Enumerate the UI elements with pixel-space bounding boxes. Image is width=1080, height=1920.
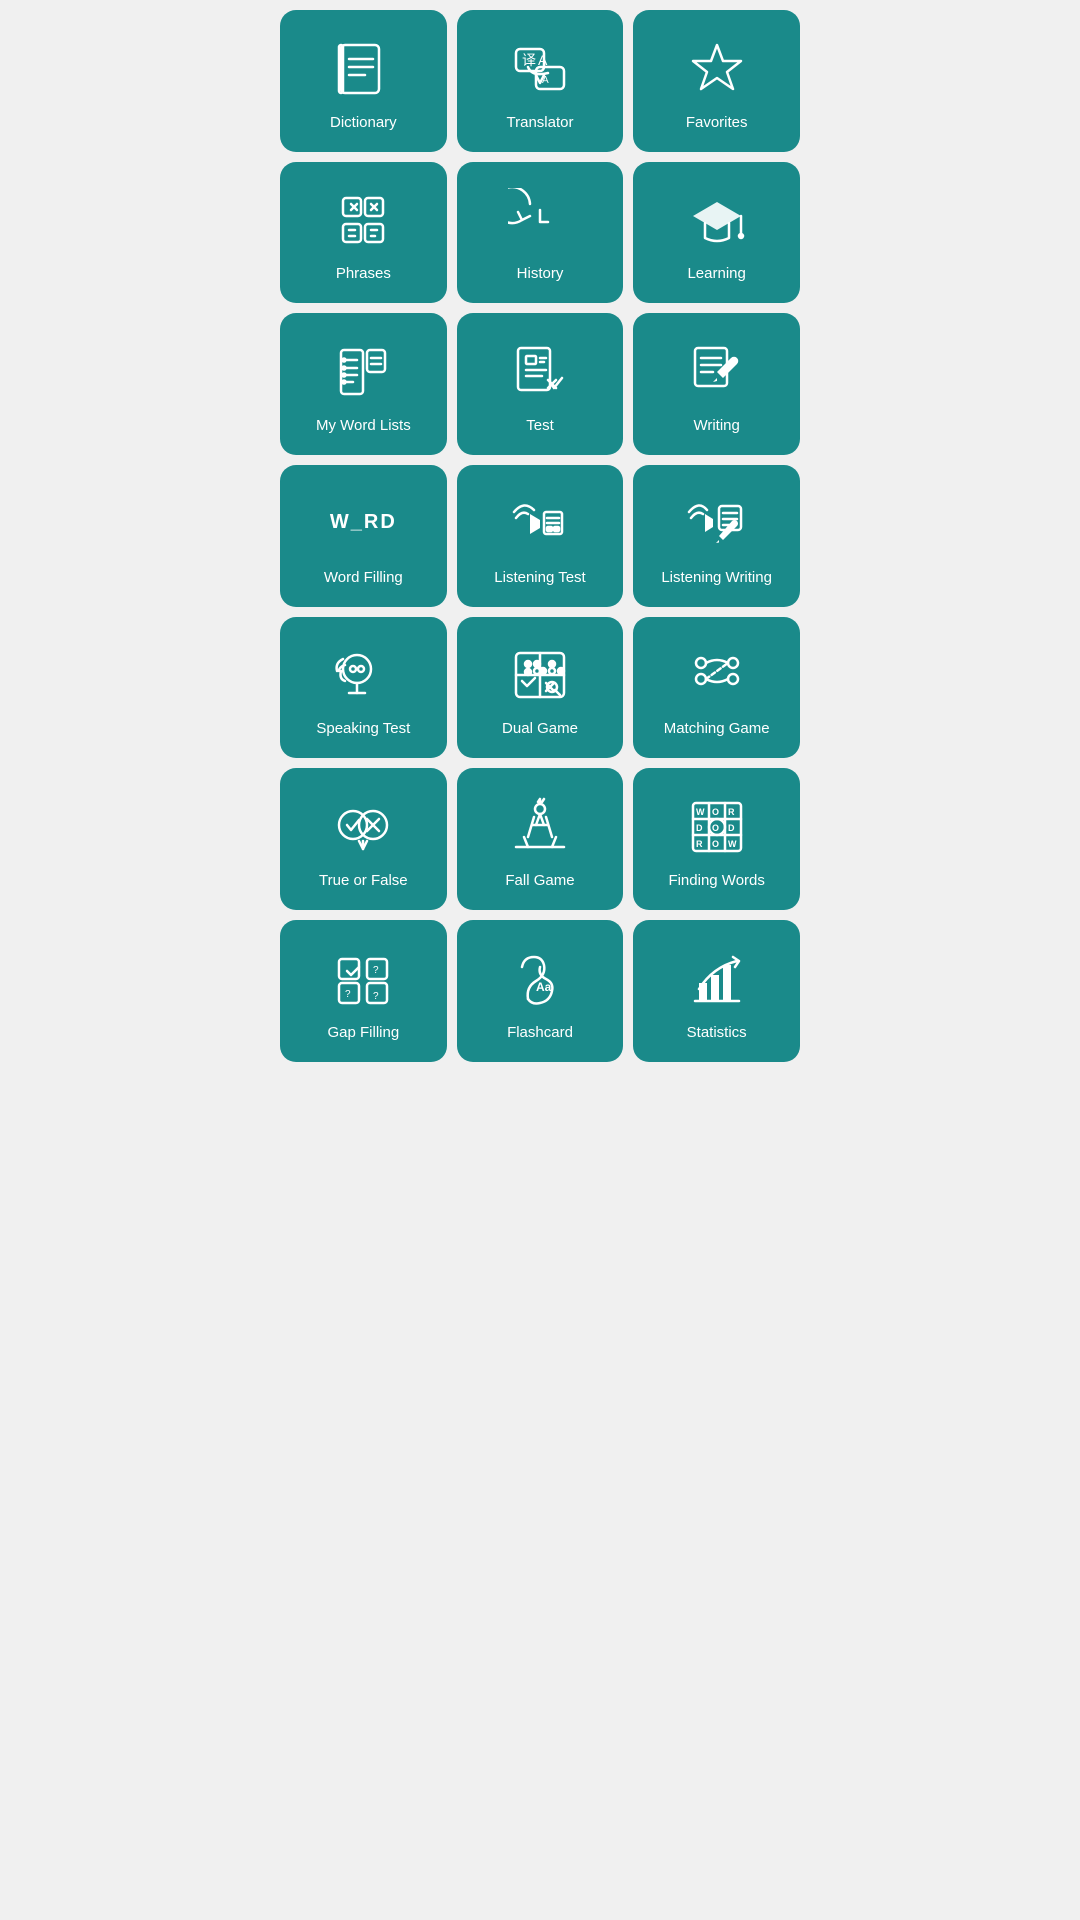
svg-text:D: D: [728, 823, 735, 833]
tile-translator[interactable]: 译 A A Translator: [457, 10, 624, 152]
tile-flashcard[interactable]: Aa Flashcard: [457, 920, 624, 1062]
tile-my-word-lists[interactable]: My Word Lists: [280, 313, 447, 455]
favorites-label: Favorites: [686, 114, 748, 132]
translator-label: Translator: [507, 114, 574, 132]
statistics-icon: [682, 944, 752, 1014]
svg-text:?: ?: [345, 989, 351, 1000]
listening-writing-icon: [682, 489, 752, 559]
translator-icon: 译 A A: [505, 34, 575, 104]
tile-true-or-false[interactable]: True or False: [280, 768, 447, 910]
tile-test[interactable]: Test: [457, 313, 624, 455]
true-or-false-label: True or False: [319, 872, 408, 890]
favorites-icon: [682, 34, 752, 104]
word-filling-label: Word Filling: [324, 569, 403, 587]
test-icon: [505, 337, 575, 407]
svg-text:Aa: Aa: [536, 980, 552, 994]
listening-writing-label: Listening Writing: [661, 569, 772, 587]
my-word-lists-icon: [328, 337, 398, 407]
svg-text:O: O: [712, 807, 719, 817]
tile-listening-test[interactable]: Listening Test: [457, 465, 624, 607]
tile-dual-game[interactable]: Dual Game: [457, 617, 624, 759]
fall-game-icon: [505, 792, 575, 862]
my-word-lists-label: My Word Lists: [316, 417, 411, 435]
svg-text:W: W: [696, 807, 705, 817]
test-label: Test: [526, 417, 554, 435]
flashcard-label: Flashcard: [507, 1024, 573, 1042]
svg-text:D: D: [696, 823, 703, 833]
true-or-false-icon: [328, 792, 398, 862]
learning-label: Learning: [687, 265, 745, 283]
svg-text:O: O: [712, 839, 719, 849]
app-grid: Dictionary 译 A A Translator Favorites: [270, 0, 810, 1072]
finding-words-icon: W O R D O D R O W: [682, 792, 752, 862]
tile-fall-game[interactable]: Fall Game: [457, 768, 624, 910]
tile-word-filling[interactable]: W_RD Word Filling: [280, 465, 447, 607]
tile-gap-filling[interactable]: ? ? ? Gap Filling: [280, 920, 447, 1062]
svg-text:译: 译: [522, 52, 536, 68]
tile-speaking-test[interactable]: Speaking Test: [280, 617, 447, 759]
gap-filling-label: Gap Filling: [327, 1024, 399, 1042]
history-icon: [505, 185, 575, 255]
dictionary-label: Dictionary: [330, 114, 397, 132]
tile-favorites[interactable]: Favorites: [633, 10, 800, 152]
listening-test-label: Listening Test: [494, 569, 585, 587]
svg-text:?: ?: [373, 991, 379, 1002]
dual-game-label: Dual Game: [502, 720, 578, 738]
tile-history[interactable]: History: [457, 162, 624, 304]
dual-game-icon: [505, 640, 575, 710]
history-label: History: [517, 265, 564, 283]
matching-game-label: Matching Game: [664, 720, 770, 738]
statistics-label: Statistics: [687, 1024, 747, 1042]
tile-finding-words[interactable]: W O R D O D R O W Finding Words: [633, 768, 800, 910]
tile-statistics[interactable]: Statistics: [633, 920, 800, 1062]
learning-icon: [682, 185, 752, 255]
writing-label: Writing: [693, 417, 739, 435]
gap-filling-icon: ? ? ?: [328, 944, 398, 1014]
matching-game-icon: [682, 640, 752, 710]
tile-writing[interactable]: Writing: [633, 313, 800, 455]
flashcard-icon: Aa: [505, 944, 575, 1014]
tile-phrases[interactable]: Phrases: [280, 162, 447, 304]
svg-text:A: A: [538, 52, 548, 68]
tile-dictionary[interactable]: Dictionary: [280, 10, 447, 152]
dictionary-icon: [328, 34, 398, 104]
svg-text:A: A: [542, 75, 549, 86]
fall-game-label: Fall Game: [505, 872, 574, 890]
phrases-icon: [328, 185, 398, 255]
svg-text:R: R: [696, 839, 703, 849]
svg-text:W: W: [728, 839, 737, 849]
tile-learning[interactable]: Learning: [633, 162, 800, 304]
svg-text:R: R: [728, 807, 735, 817]
phrases-label: Phrases: [336, 265, 391, 283]
tile-matching-game[interactable]: Matching Game: [633, 617, 800, 759]
svg-text:?: ?: [373, 965, 379, 976]
speaking-test-icon: [328, 640, 398, 710]
writing-icon: [682, 337, 752, 407]
finding-words-label: Finding Words: [668, 872, 764, 890]
listening-test-icon: [505, 489, 575, 559]
svg-text:O: O: [712, 823, 719, 833]
speaking-test-label: Speaking Test: [316, 720, 410, 738]
tile-listening-writing[interactable]: Listening Writing: [633, 465, 800, 607]
word-filling-icon: W_RD: [328, 489, 398, 559]
